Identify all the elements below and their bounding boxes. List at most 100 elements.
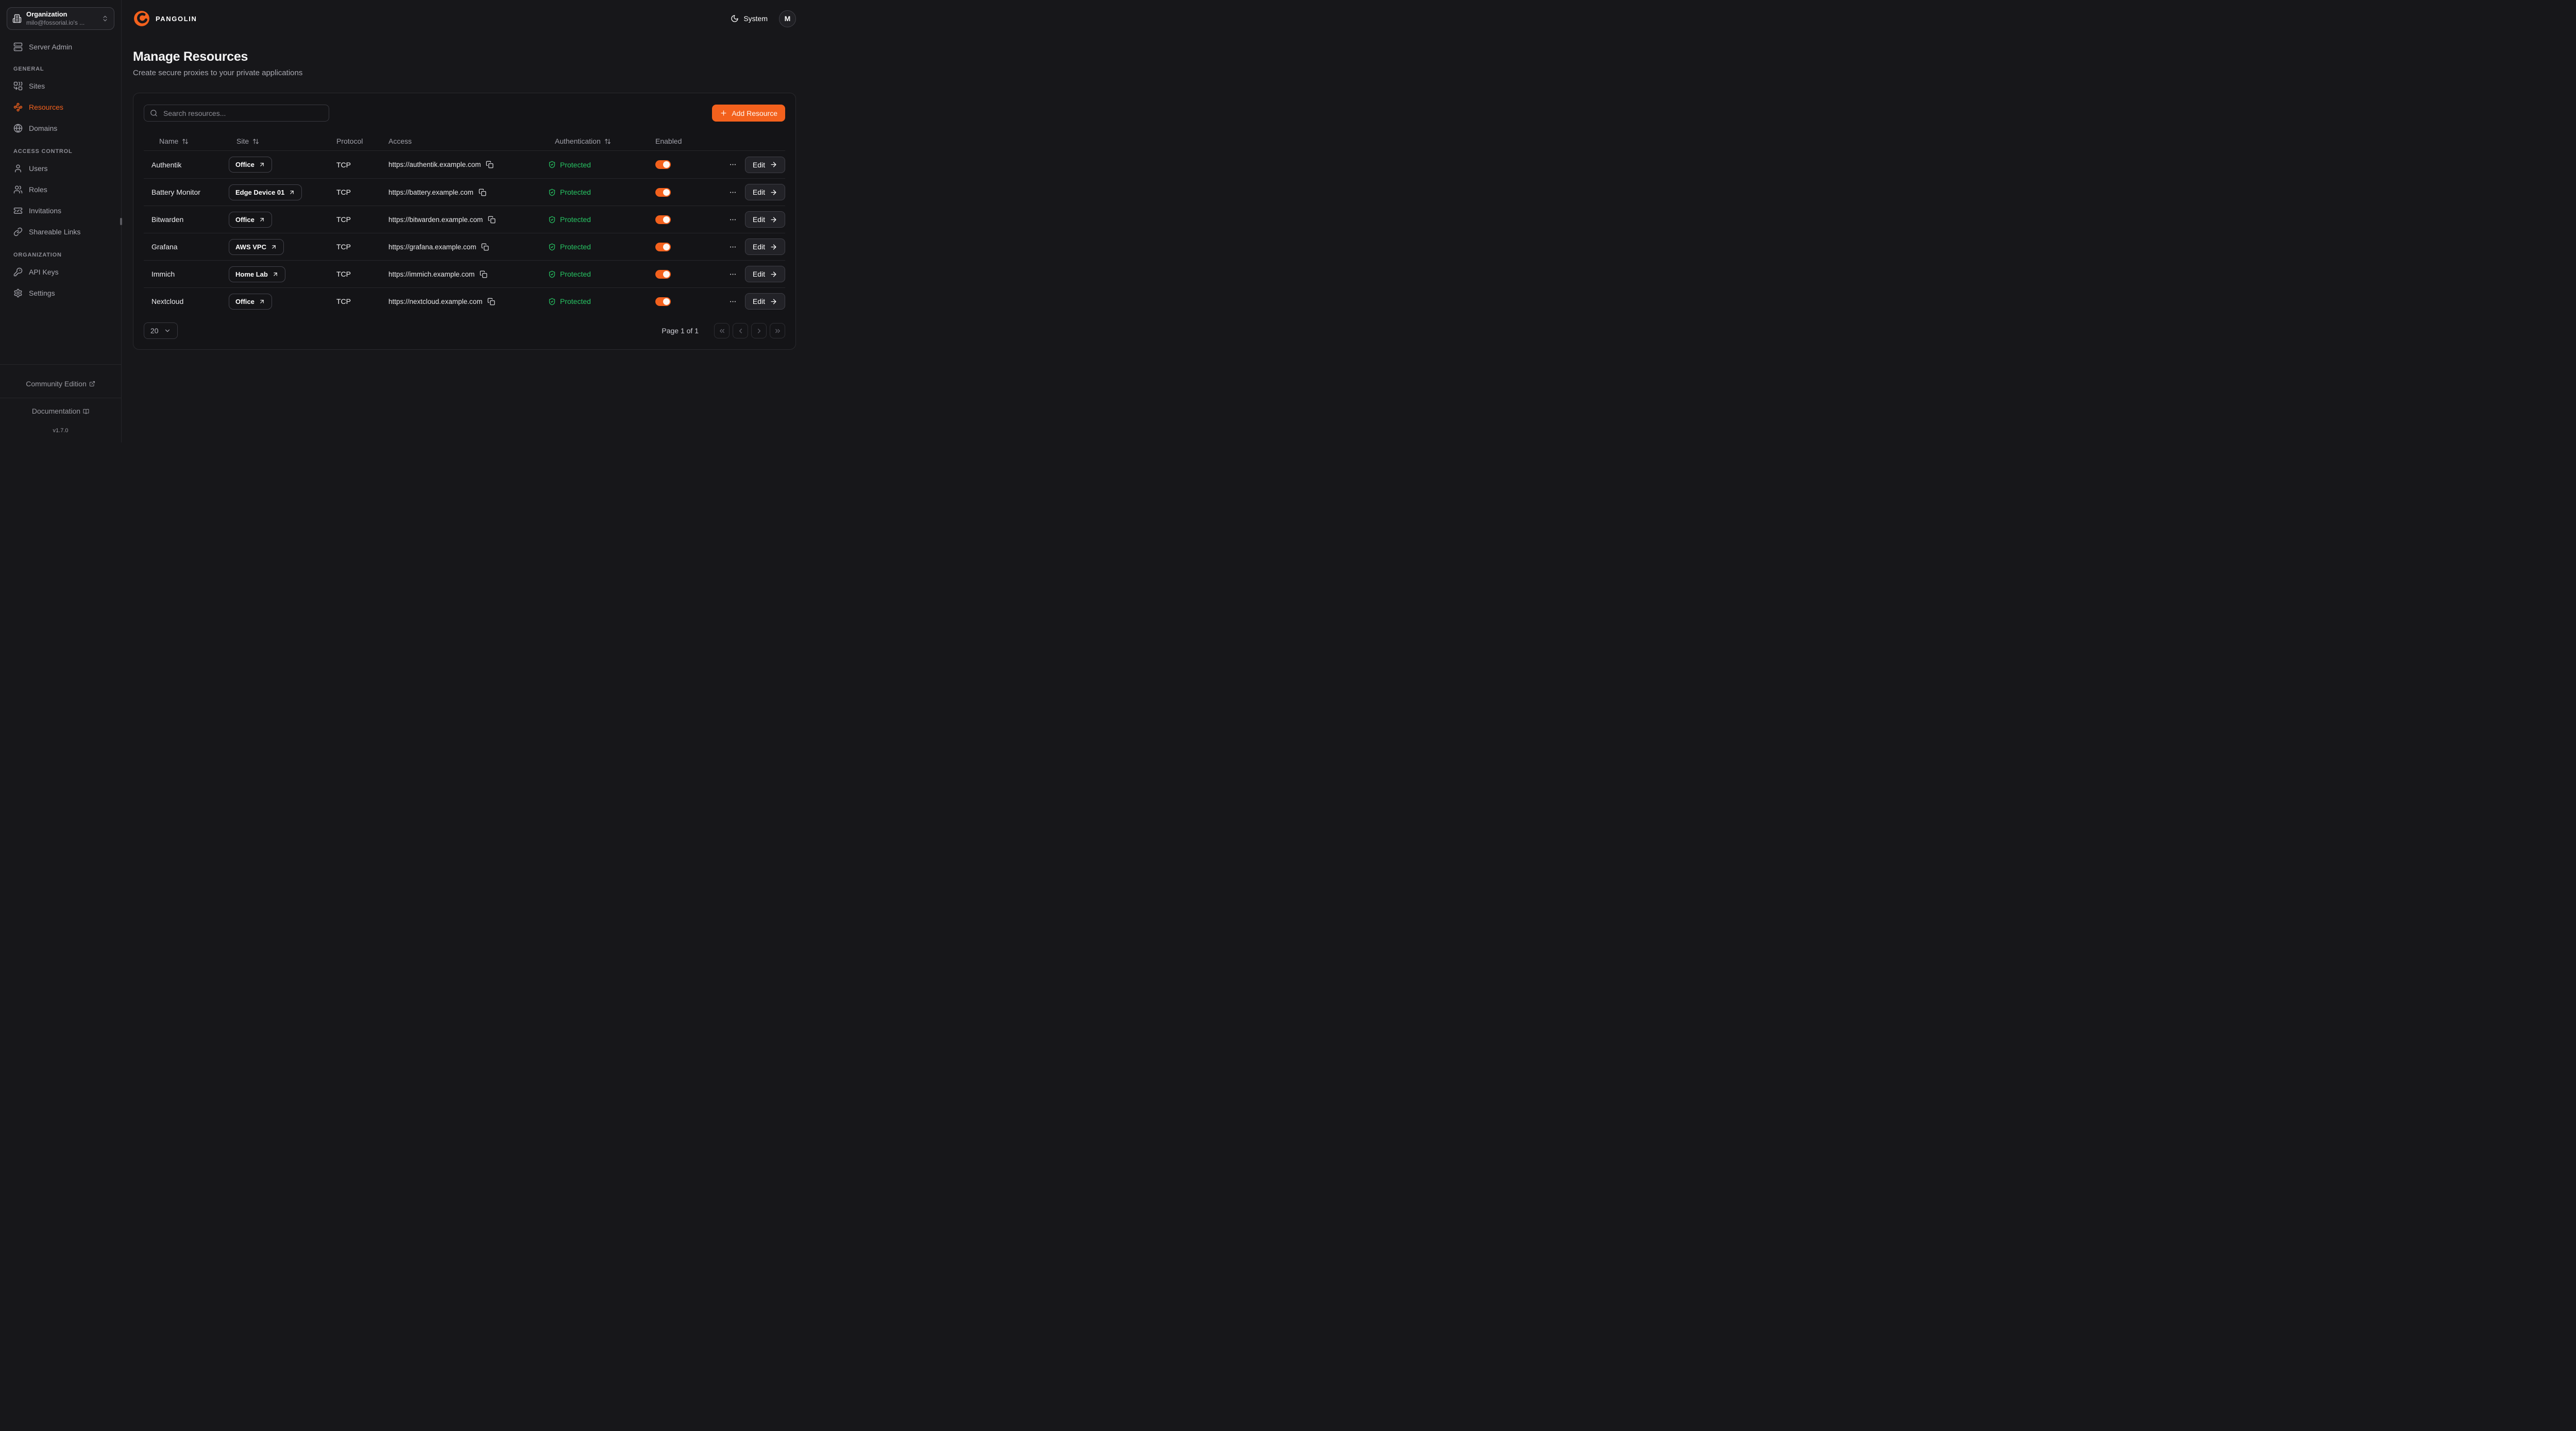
copy-button[interactable] — [486, 161, 494, 168]
shield-check-icon — [548, 161, 556, 168]
site-link[interactable]: Office — [229, 212, 272, 228]
resources-card: Add Resource Name Site Protocol Access — [133, 93, 796, 350]
table-header-row: Name Site Protocol Access Authentication — [144, 132, 785, 151]
theme-label: System — [743, 14, 768, 23]
protocol: TCP — [336, 215, 388, 224]
sidebar-item-server-admin[interactable]: Server Admin — [7, 39, 114, 55]
table-row: Bitwarden Office TCP https://bitwarden.e… — [144, 206, 785, 233]
column-header-name[interactable]: Name — [151, 137, 229, 145]
edit-button[interactable]: Edit — [745, 211, 785, 228]
documentation-link[interactable]: Documentation — [0, 398, 121, 425]
globe-icon — [13, 124, 23, 133]
link-icon — [13, 227, 23, 236]
prev-page-button[interactable] — [733, 323, 748, 338]
sidebar-item-domains[interactable]: Domains — [7, 121, 114, 136]
site-link[interactable]: Office — [229, 294, 272, 310]
edit-button[interactable]: Edit — [745, 184, 785, 200]
chevron-right-icon — [755, 327, 763, 335]
page-subtitle: Create secure proxies to your private ap… — [133, 69, 796, 77]
enabled-toggle[interactable] — [655, 243, 671, 251]
edit-button[interactable]: Edit — [745, 238, 785, 255]
copy-icon — [488, 216, 496, 224]
section-label-access-control: ACCESS CONTROL — [7, 148, 114, 155]
chevrons-right-icon — [774, 327, 782, 335]
enabled-toggle[interactable] — [655, 215, 671, 224]
card-toolbar: Add Resource — [144, 105, 785, 122]
search-input[interactable] — [144, 105, 329, 122]
sidebar-item-resources[interactable]: Resources — [7, 99, 114, 115]
resource-name: Grafana — [151, 243, 229, 251]
auth-status: Protected — [560, 161, 591, 169]
copy-icon — [480, 270, 487, 278]
resource-name: Nextcloud — [151, 297, 229, 305]
enabled-toggle[interactable] — [655, 160, 671, 169]
search-icon — [150, 109, 158, 117]
ticket-check-icon — [13, 206, 23, 215]
users-icon — [13, 185, 23, 194]
site-link[interactable]: Home Lab — [229, 266, 285, 282]
column-header-site[interactable]: Site — [229, 137, 336, 145]
access-url: https://grafana.example.com — [388, 243, 476, 251]
moon-icon — [731, 14, 739, 23]
sidebar-resize-handle[interactable] — [120, 218, 122, 225]
copy-button[interactable] — [487, 298, 495, 305]
sidebar-item-api-keys[interactable]: API Keys — [7, 264, 114, 280]
community-edition-label: Community Edition — [26, 378, 87, 390]
column-label: Site — [236, 137, 249, 145]
row-menu-button[interactable] — [728, 215, 738, 225]
sidebar-item-users[interactable]: Users — [7, 161, 114, 176]
copy-button[interactable] — [481, 243, 489, 251]
site-link[interactable]: Edge Device 01 — [229, 184, 302, 200]
edit-label: Edit — [753, 243, 765, 251]
enabled-toggle[interactable] — [655, 270, 671, 279]
avatar[interactable]: M — [779, 10, 796, 27]
column-label: Access — [388, 137, 412, 145]
ellipsis-icon — [729, 298, 737, 305]
sidebar-item-roles[interactable]: Roles — [7, 182, 114, 197]
auth-status: Protected — [560, 270, 591, 278]
row-menu-button[interactable] — [728, 269, 738, 279]
external-link-icon — [89, 381, 95, 387]
next-page-button[interactable] — [751, 323, 767, 338]
org-selector[interactable]: Organization milo@fossorial.io's ... — [7, 7, 114, 30]
add-resource-button[interactable]: Add Resource — [712, 105, 785, 122]
edit-button[interactable]: Edit — [745, 157, 785, 173]
sidebar-item-invitations[interactable]: Invitations — [7, 203, 114, 218]
enabled-toggle[interactable] — [655, 188, 671, 197]
chevron-left-icon — [737, 327, 744, 335]
row-menu-button[interactable] — [728, 242, 738, 252]
row-menu-button[interactable] — [728, 160, 738, 169]
theme-switcher[interactable]: System — [731, 14, 768, 23]
shield-check-icon — [548, 243, 556, 251]
first-page-button[interactable] — [714, 323, 730, 338]
sidebar-item-settings[interactable]: Settings — [7, 285, 114, 301]
column-header-authentication[interactable]: Authentication — [548, 137, 655, 145]
brand-logo[interactable]: PANGOLIN — [133, 10, 197, 27]
site-link[interactable]: Office — [229, 157, 272, 173]
pangolin-logo-icon — [133, 10, 150, 27]
edit-button[interactable]: Edit — [745, 266, 785, 282]
brand-name: PANGOLIN — [156, 15, 197, 23]
row-menu-button[interactable] — [728, 297, 738, 306]
access-url: https://battery.example.com — [388, 189, 473, 196]
chevron-down-icon — [164, 327, 171, 334]
column-label: Authentication — [555, 137, 601, 145]
copy-button[interactable] — [488, 216, 496, 224]
community-edition-link[interactable]: Community Edition — [0, 370, 121, 398]
last-page-button[interactable] — [770, 323, 785, 338]
copy-button[interactable] — [480, 270, 487, 278]
edit-label: Edit — [753, 188, 765, 196]
shield-check-icon — [548, 189, 556, 196]
site-link[interactable]: AWS VPC — [229, 239, 284, 255]
row-menu-button[interactable] — [728, 188, 738, 197]
sidebar-item-shareable-links[interactable]: Shareable Links — [7, 224, 114, 240]
documentation-label: Documentation — [32, 405, 80, 417]
site-name: Office — [235, 298, 255, 305]
copy-button[interactable] — [479, 189, 486, 196]
page-size-select[interactable]: 20 — [144, 322, 178, 339]
toggle-knob — [663, 189, 670, 196]
enabled-toggle[interactable] — [655, 297, 671, 306]
topbar-right: System M — [731, 10, 796, 27]
sidebar-item-sites[interactable]: Sites — [7, 78, 114, 94]
edit-button[interactable]: Edit — [745, 293, 785, 310]
